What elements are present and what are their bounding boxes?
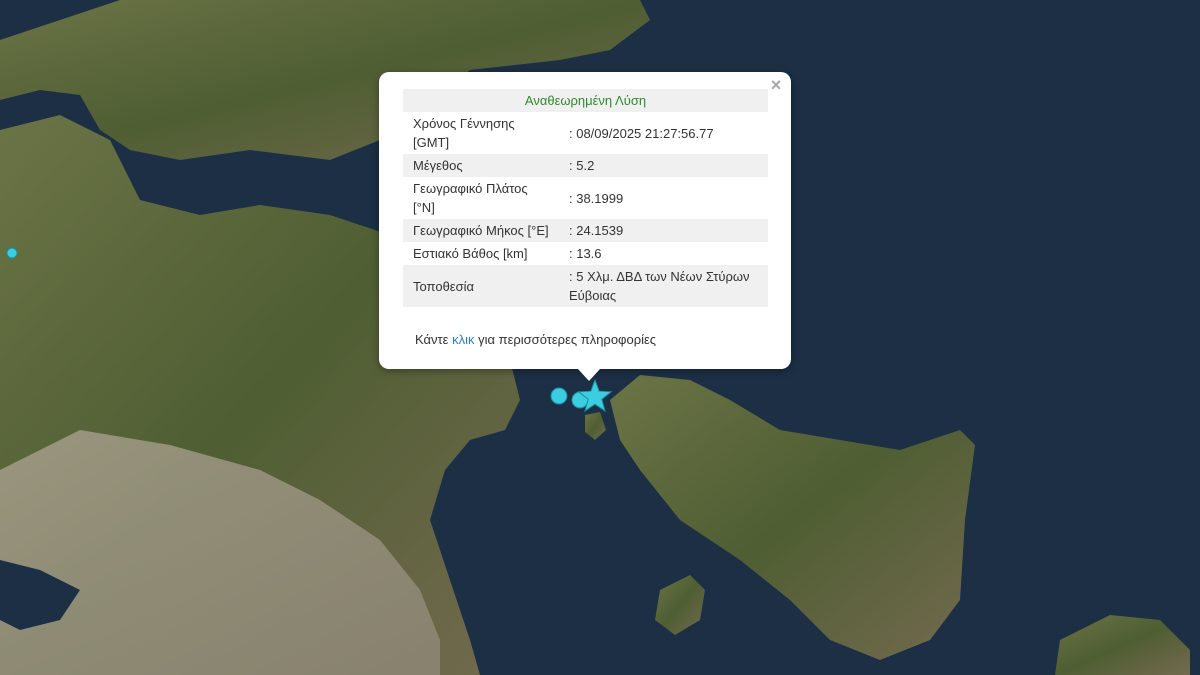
row-label-latitude: Γεωγραφικό Πλάτος [°N]	[413, 181, 528, 215]
event-marker-1[interactable]	[550, 387, 568, 405]
row-value-magnitude: : 5.2	[563, 154, 768, 177]
more-info-suffix: για περισσότερες πληροφορίες	[474, 332, 657, 347]
close-icon[interactable]: ×	[767, 76, 785, 94]
more-info-prefix: Κάντε	[415, 332, 453, 347]
table-row: Μέγεθος : 5.2	[403, 154, 768, 177]
earthquake-popup: × Αναθεωρημένη Λύση Χρόνος Γέννησης [GMT…	[379, 72, 791, 381]
table-row: Τοποθεσία : 5 Χλμ. ΔΒΔ των Νέων Στύρων Ε…	[403, 265, 768, 307]
row-value-latitude: : 38.1999	[569, 190, 624, 206]
event-marker-west[interactable]	[6, 247, 18, 259]
more-info-link[interactable]: κλικ	[452, 332, 474, 347]
row-label-origin-time: Χρόνος Γέννησης [GMT]	[413, 116, 515, 150]
row-value-origin-time: : 08/09/2025 21:27:56.77	[569, 125, 714, 141]
popup-title: Αναθεωρημένη Λύση	[403, 89, 768, 112]
row-value-depth: : 13.6	[569, 246, 602, 261]
table-row: Χρόνος Γέννησης [GMT] : 08/09/2025 21:27…	[403, 112, 768, 154]
event-info-table: Αναθεωρημένη Λύση Χρόνος Γέννησης [GMT] …	[403, 89, 768, 307]
row-label-location: Τοποθεσία	[403, 265, 563, 307]
table-row: Γεωγραφικό Μήκος [°E] : 24.1539	[403, 219, 768, 242]
table-row: Γεωγραφικό Πλάτος [°N] : 38.1999	[403, 177, 768, 219]
row-label-depth: Εστιακό Βάθος [km]	[413, 246, 528, 261]
more-info-line: Κάντε κλικ για περισσότερες πληροφορίες	[415, 332, 656, 347]
row-value-location: : 5 Χλμ. ΔΒΔ των Νέων Στύρων Εύβοιας	[563, 265, 768, 307]
row-label-magnitude: Μέγεθος	[403, 154, 563, 177]
row-label-longitude: Γεωγραφικό Μήκος [°E]	[403, 219, 563, 242]
table-row-title: Αναθεωρημένη Λύση	[403, 89, 768, 112]
table-row: Εστιακό Βάθος [km] : 13.6	[403, 242, 768, 265]
row-value-longitude: : 24.1539	[563, 219, 768, 242]
